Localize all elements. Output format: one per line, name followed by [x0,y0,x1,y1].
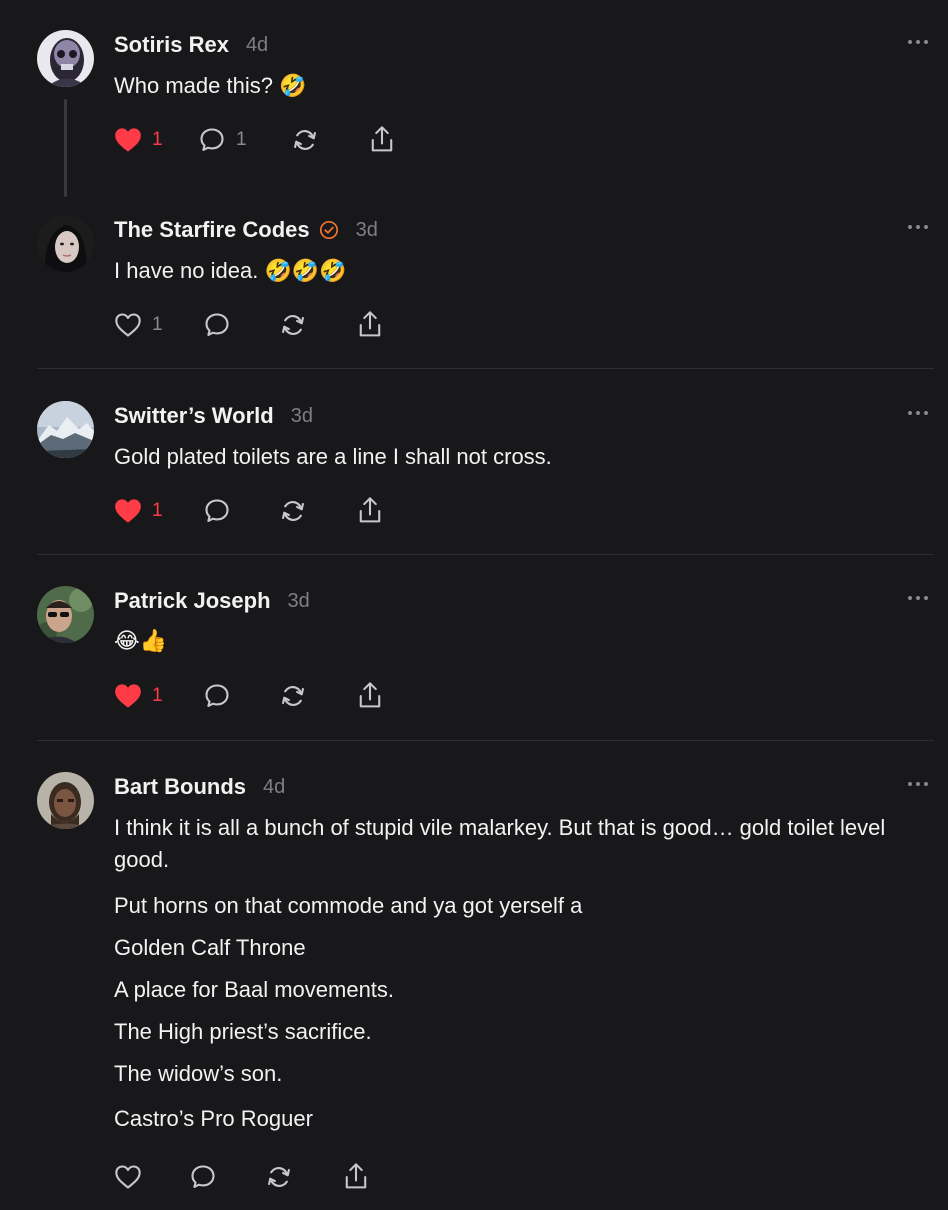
comment-icon [205,313,229,336]
post-text: Gold plated toilets are a line I shall n… [114,444,552,469]
author-name[interactable]: The Starfire Codes [114,217,310,243]
comment-icon [205,684,229,707]
post-text: I have no idea. 🤣🤣🤣 [114,258,347,283]
share-button[interactable] [356,496,384,526]
post-timestamp: 3d [355,218,378,241]
like-button[interactable] [114,1162,142,1192]
heart-filled-icon [115,684,141,708]
like-button[interactable]: 1 [114,681,163,711]
repost-icon [282,686,304,706]
comment-icon [205,499,229,522]
caveman-avatar-icon [37,772,94,829]
author-name[interactable]: Patrick Joseph [114,588,271,614]
author-name[interactable]: Switter’s World [114,403,274,429]
like-button[interactable]: 1 [114,310,163,340]
like-count: 1 [152,314,163,335]
share-button[interactable] [368,125,396,155]
comment-icon [191,1165,215,1188]
more-options-icon[interactable] [907,588,929,608]
share-button[interactable] [356,681,384,711]
post-text-paragraph: The widow’s son. [114,1061,283,1086]
like-count: 1 [152,685,163,706]
share-icon [359,682,381,708]
like-button[interactable]: 1 [114,125,163,155]
post-timestamp: 4d [245,33,269,56]
post-text: Who made this? 🤣 [114,73,307,98]
heart-filled-icon [115,128,141,152]
like-count: 1 [152,129,163,150]
repost-button[interactable] [278,496,308,526]
post-body: I think it is all a bunch of stupid vile… [114,812,924,1145]
reply-button[interactable] [189,1162,217,1192]
post-text: 😂👍 [114,629,168,654]
skull-avatar-icon [37,30,94,87]
avatar[interactable] [37,586,94,643]
post-text-paragraph: Golden Calf Throne [114,935,306,960]
repost-icon [268,1167,290,1187]
heart-outline-icon [115,313,141,337]
man-sunglasses-avatar-icon [37,586,94,643]
reply-button[interactable] [203,681,231,711]
post-text-paragraph: A place for Baal movements. [114,977,395,1002]
repost-icon [294,130,316,150]
repost-button[interactable] [278,681,308,711]
divider [37,554,934,555]
post-text-paragraph: I think it is all a bunch of stupid vile… [114,815,886,872]
post-timestamp: 4d [263,775,286,798]
post-text-paragraph: Castro’s Pro Roguer [114,1106,313,1131]
share-icon [345,1163,367,1189]
woman-avatar-icon [37,215,94,272]
like-button[interactable]: 1 [114,496,163,526]
reply-button[interactable] [203,496,231,526]
avatar[interactable] [37,215,94,272]
share-icon [371,126,393,152]
repost-icon [282,501,304,521]
more-options-icon[interactable] [907,32,929,52]
repost-button[interactable] [278,310,308,340]
reply-count: 1 [236,129,247,150]
avatar[interactable] [37,30,94,87]
divider [37,368,934,369]
avatar[interactable] [37,772,94,829]
verified-badge-icon [319,220,339,240]
more-options-icon[interactable] [907,774,929,794]
thread-connector-line [64,99,67,197]
share-button[interactable] [342,1162,370,1192]
post-timestamp: 3d [287,589,310,612]
more-options-icon[interactable] [907,403,929,423]
share-icon [359,497,381,523]
post-text-paragraph: The High priest’s sacrifice. [114,1019,372,1044]
post-body: I have no idea. 🤣🤣🤣 [114,255,924,297]
post-body: Gold plated toilets are a line I shall n… [114,441,924,483]
reply-button[interactable]: 1 [198,125,247,155]
post-timestamp: 3d [290,404,313,427]
share-icon [359,311,381,337]
reply-button[interactable] [203,310,231,340]
mountain-avatar-icon [37,401,94,458]
post-body: 😂👍 [114,626,924,668]
more-options-icon[interactable] [907,217,929,237]
repost-button[interactable] [290,125,320,155]
heart-filled-icon [115,499,141,523]
post-body: Who made this? 🤣 [114,70,924,112]
author-name[interactable]: Sotiris Rex [114,32,229,58]
author-name[interactable]: Bart Bounds [114,774,246,800]
repost-icon [282,315,304,335]
share-button[interactable] [356,310,384,340]
repost-button[interactable] [264,1162,294,1192]
heart-outline-icon [115,1165,141,1189]
like-count: 1 [152,500,163,521]
comment-icon [200,128,224,151]
avatar[interactable] [37,401,94,458]
divider [37,740,934,741]
post-text-paragraph: Put horns on that commode and ya got yer… [114,893,583,918]
